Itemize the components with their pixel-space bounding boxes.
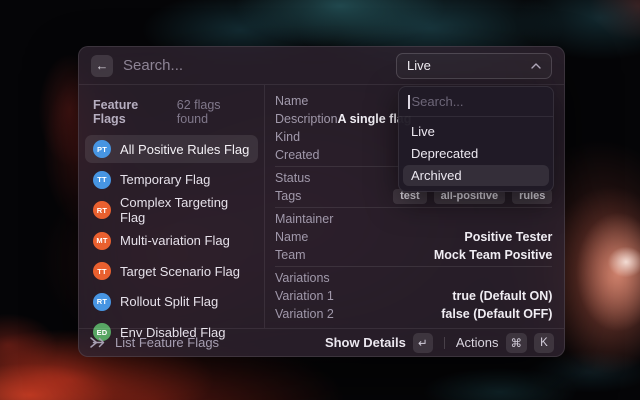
chevron-up-icon xyxy=(531,62,541,69)
list-item-label: Multi-variation Flag xyxy=(120,233,230,248)
list-result-count: 62 flags found xyxy=(176,98,221,126)
list-section-title: Feature Flags xyxy=(93,98,139,126)
cmd-key-badge: ⌘ xyxy=(505,332,527,353)
footer-command-name: List Feature Flags xyxy=(115,335,220,350)
list-item[interactable]: RT Rollout Split Flag xyxy=(85,288,258,316)
list-header: Feature Flags 62 flags found xyxy=(85,91,258,135)
flag-initials-icon: RT xyxy=(93,201,111,219)
list-item[interactable]: TT Target Scenario Flag xyxy=(85,257,258,285)
flag-list-panel: Feature Flags 62 flags found PT All Posi… xyxy=(79,85,265,341)
dropdown-option-archived[interactable]: Archived xyxy=(403,165,549,186)
detail-row-maintainer-name: Name Positive Tester xyxy=(275,230,553,244)
detail-value: Positive Tester xyxy=(464,230,553,244)
flag-initials-icon: TT xyxy=(93,170,111,189)
list-item[interactable]: TT Temporary Flag xyxy=(85,166,258,194)
flag-initials-icon: PT xyxy=(93,140,111,158)
list-item[interactable]: MT Multi-variation Flag xyxy=(85,227,258,255)
text-caret xyxy=(408,94,410,109)
search-input[interactable] xyxy=(123,57,386,74)
list-item-label: Target Scenario Flag xyxy=(120,263,240,279)
footer-bar: List Feature Flags Show Details ↵ Action… xyxy=(79,328,564,356)
status-dropdown-button[interactable]: Live xyxy=(396,52,552,79)
flag-initials-icon: RT xyxy=(93,292,111,311)
section-divider xyxy=(275,266,553,267)
list-item-label: Temporary Flag xyxy=(120,172,211,187)
detail-row-variation-1: Variation 1 true (Default ON) xyxy=(275,289,553,303)
dropdown-option-deprecated[interactable]: Deprecated xyxy=(403,143,549,164)
actions-button[interactable]: Actions xyxy=(456,335,499,350)
list-item-label: All Positive Rules Flag xyxy=(120,141,250,157)
run-command-arrow-icon xyxy=(90,337,105,348)
status-dropdown-menu: Search... Live Deprecated Archived xyxy=(398,86,554,192)
dropdown-option-live[interactable]: Live xyxy=(403,121,549,142)
footer-divider xyxy=(443,336,445,349)
section-divider xyxy=(275,207,553,208)
command-palette-window: ← Live Feature Flags 62 flags found PT A… xyxy=(78,46,565,357)
show-details-action[interactable]: Show Details xyxy=(325,335,406,350)
dropdown-options: Live Deprecated Archived xyxy=(399,117,553,191)
list-item-label: Complex Targeting Flag xyxy=(120,195,229,225)
dropdown-search-field[interactable]: Search... xyxy=(399,87,553,117)
back-button[interactable]: ← xyxy=(91,54,113,77)
list-item-label: Rollout Split Flag xyxy=(120,294,219,309)
footer-command: List Feature Flags xyxy=(89,335,219,350)
list-item[interactable]: RT Complex Targeting Flag xyxy=(85,195,258,225)
footer-actions: Show Details ↵ Actions ⌘ K xyxy=(325,332,554,353)
enter-key-badge: ↵ xyxy=(412,332,433,353)
list-item[interactable]: PT All Positive Rules Flag xyxy=(85,135,258,163)
topbar: ← Live xyxy=(79,47,564,85)
detail-value: Mock Team Positive xyxy=(433,248,553,262)
detail-row-variation-2: Variation 2 false (Default OFF) xyxy=(275,307,553,321)
status-dropdown-value: Live xyxy=(407,58,431,73)
dropdown-search-placeholder: Search... xyxy=(411,94,464,109)
flag-initials-icon: MT xyxy=(93,231,111,250)
detail-row-variations-header: Variations xyxy=(275,271,330,285)
back-arrow-icon: ← xyxy=(95,58,109,73)
detail-row-maintainer-header: Maintainer xyxy=(275,212,334,226)
flag-initials-icon: TT xyxy=(93,262,111,280)
detail-row-maintainer-team: Team Mock Team Positive xyxy=(275,248,553,262)
k-key-badge: K xyxy=(534,332,554,353)
detail-value: false (Default OFF) xyxy=(441,307,553,321)
detail-value: true (Default ON) xyxy=(452,289,553,303)
